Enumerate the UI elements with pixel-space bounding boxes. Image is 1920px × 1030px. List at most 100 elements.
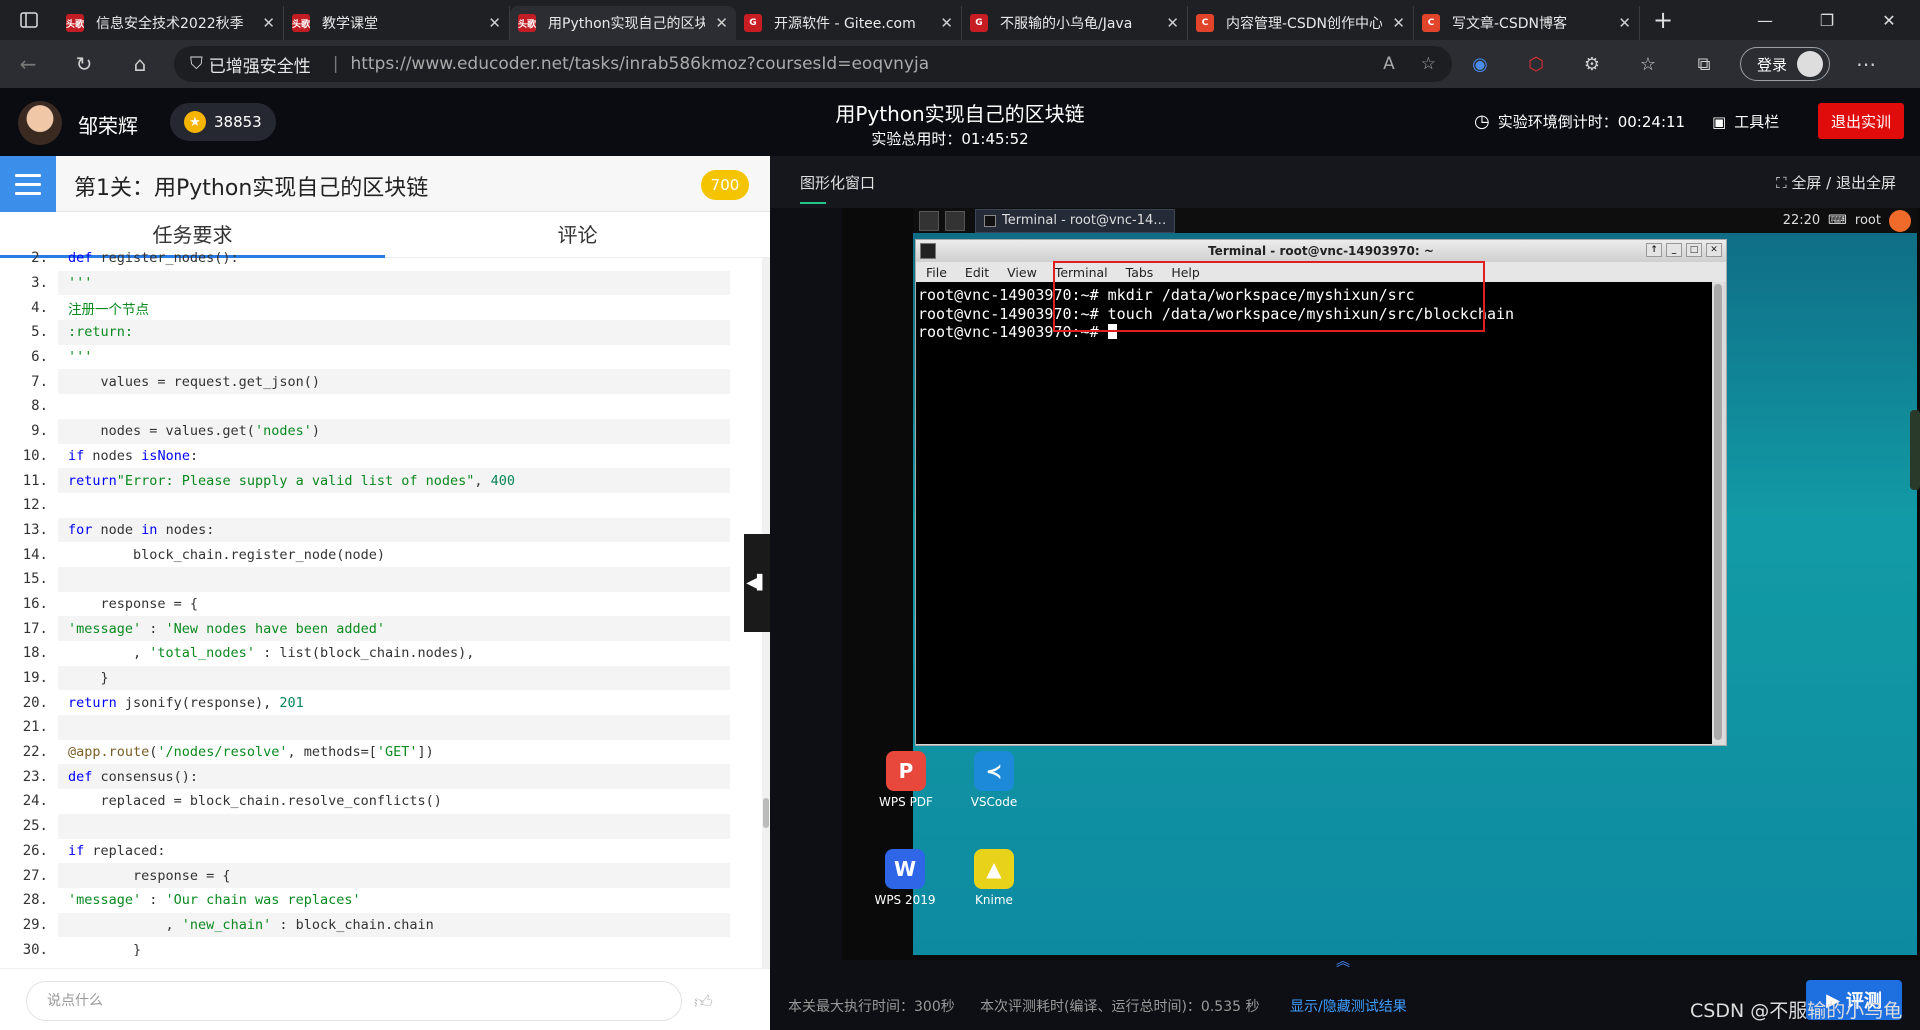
terminal-small-icon bbox=[984, 214, 996, 227]
tab-favicon-icon: G bbox=[970, 14, 988, 32]
profile-avatar bbox=[1797, 51, 1824, 77]
tab-actions-icon[interactable] bbox=[0, 0, 58, 40]
terminal-menu-item[interactable]: View bbox=[1007, 265, 1037, 280]
terminal-close-button[interactable]: ✕ bbox=[1706, 243, 1722, 257]
code-line: 24. replaced = block_chain.resolve_confl… bbox=[0, 789, 742, 814]
url-field[interactable]: ⛉ 已增强安全性 | https://www.educoder.net/task… bbox=[174, 46, 1452, 82]
line-number: 3. bbox=[31, 275, 48, 292]
extension-2-icon[interactable]: ⬡ bbox=[1508, 54, 1564, 75]
tab-graphical-window[interactable]: 图形化窗口 bbox=[800, 172, 875, 204]
url-separator: | bbox=[332, 54, 339, 74]
close-tab-icon[interactable]: ✕ bbox=[1392, 14, 1405, 32]
code-line: 10. if nodes is None: bbox=[0, 444, 742, 469]
home-button[interactable]: ⌂ bbox=[112, 52, 168, 76]
environment-countdown: ◷ 实验环境倒计时：00:24:11 bbox=[1474, 111, 1685, 132]
terminal-menu-item[interactable]: Edit bbox=[965, 265, 989, 280]
restore-button[interactable]: ❐ bbox=[1796, 11, 1858, 30]
line-code: @app.route('/nodes/resolve', methods=['G… bbox=[68, 744, 434, 761]
comment-input[interactable]: 说点什么 bbox=[26, 981, 682, 1021]
line-number: 17. bbox=[22, 620, 48, 637]
browser-tab[interactable]: 头歌 教学课堂 ✕ bbox=[284, 6, 510, 40]
line-number: 19. bbox=[22, 670, 48, 687]
line-code: 注册一个节点 bbox=[68, 301, 149, 318]
minimize-button[interactable]: — bbox=[1734, 11, 1796, 30]
line-code: def register_nodes(): bbox=[68, 250, 239, 267]
taskbar-window-button[interactable]: Terminal - root@vnc-14… bbox=[975, 208, 1176, 233]
menu-icon[interactable] bbox=[0, 156, 56, 212]
line-number: 28. bbox=[22, 892, 48, 909]
close-tab-icon[interactable]: ✕ bbox=[488, 14, 501, 32]
login-button[interactable]: 登录 bbox=[1740, 47, 1831, 81]
fullscreen-toggle[interactable]: ⛶ 全屏 / 退出全屏 bbox=[1776, 172, 1896, 193]
browser-tab[interactable]: 头歌 用Python实现自己的区块链 ✕ bbox=[510, 6, 736, 40]
close-window-button[interactable]: ✕ bbox=[1858, 11, 1920, 30]
refresh-button[interactable]: ↻ bbox=[56, 52, 112, 76]
terminal-output[interactable]: root@vnc-14903970:~# mkdir /data/workspa… bbox=[916, 282, 1712, 744]
desktop-shortcut[interactable]: P WPS PDF bbox=[866, 751, 946, 809]
close-tab-icon[interactable]: ✕ bbox=[1618, 14, 1631, 32]
line-code: :return: bbox=[58, 320, 730, 345]
terminal-scrollbar[interactable] bbox=[1712, 282, 1724, 744]
address-bar-row: ← ↻ ⌂ ⛉ 已增强安全性 | https://www.educoder.ne… bbox=[0, 40, 1920, 88]
terminal-above-button[interactable]: ↑ bbox=[1646, 243, 1662, 257]
line-number: 14. bbox=[22, 546, 48, 563]
browser-tab[interactable]: G 开源软件 - Gitee.com ✕ bbox=[736, 6, 962, 40]
desktop-app-icon[interactable] bbox=[919, 210, 939, 231]
collapse-panel-button[interactable]: ◀▌ bbox=[744, 534, 770, 632]
add-favorite-icon[interactable]: ☆ bbox=[1421, 54, 1436, 74]
vnc-viewport[interactable]: Terminal - root@vnc-14… 22:20 ⌨ root P WP… bbox=[842, 208, 1920, 960]
toggle-test-results-link[interactable]: 显示/隐藏测试结果 bbox=[1290, 996, 1407, 1016]
close-tab-icon[interactable]: ✕ bbox=[715, 14, 728, 32]
code-line: 12. bbox=[0, 493, 742, 518]
tab-favicon-icon: G bbox=[744, 14, 762, 32]
extension-1-icon[interactable]: ◉ bbox=[1452, 54, 1508, 75]
remote-desktop: Terminal - root@vnc-14… 22:20 ⌨ root P WP… bbox=[842, 208, 1920, 960]
browser-tab[interactable]: C 内容管理-CSDN创作中心 ✕ bbox=[1188, 6, 1414, 40]
line-number: 2. bbox=[31, 250, 48, 267]
keyboard-icon: ⌨ bbox=[1828, 213, 1847, 228]
code-line: 4. 注册一个节点 bbox=[0, 295, 742, 320]
close-tab-icon[interactable]: ✕ bbox=[1166, 14, 1179, 32]
browser-tab-bar: 头歌 信息安全技术2022秋季 ✕ 头歌 教学课堂 ✕ 头歌 用Python实现自己的区块链 ✕… bbox=[0, 0, 1920, 40]
exit-training-button[interactable]: 退出实训 bbox=[1818, 103, 1904, 139]
line-number: 22. bbox=[22, 744, 48, 761]
app-icon: ▲ bbox=[974, 849, 1014, 889]
line-number: 6. bbox=[31, 349, 48, 366]
code-line: 8. bbox=[0, 394, 742, 419]
more-menu-icon[interactable]: ⋯ bbox=[1838, 52, 1894, 76]
line-number: 5. bbox=[31, 324, 48, 341]
toolbar-button[interactable]: ▣ 工具栏 bbox=[1712, 111, 1779, 132]
line-number: 8. bbox=[31, 398, 48, 415]
clock-icon: ◷ bbox=[1474, 111, 1490, 132]
terminal-launcher-icon[interactable] bbox=[945, 210, 965, 231]
back-button[interactable]: ← bbox=[0, 52, 56, 76]
browser-tab[interactable]: 头歌 信息安全技术2022秋季 ✕ bbox=[58, 6, 284, 40]
new-tab-button[interactable]: + bbox=[1640, 6, 1686, 34]
terminal-maximize-button[interactable]: □ bbox=[1686, 243, 1702, 257]
close-tab-icon[interactable]: ✕ bbox=[940, 14, 953, 32]
desktop-shortcut[interactable]: W WPS 2019 bbox=[865, 849, 945, 907]
thumbs-up-icon[interactable]: 👍︎ bbox=[694, 991, 713, 1013]
watermark: CSDN @不服输的小乌龟 bbox=[1690, 1000, 1903, 1022]
tab-title: 信息安全技术2022秋季 bbox=[96, 16, 244, 32]
extensions-icon[interactable]: ⚙ bbox=[1564, 54, 1620, 75]
browser-tab[interactable]: G 不服输的小乌龟/Java ✕ bbox=[962, 6, 1188, 40]
code-line: 20. return jsonify(response), 201 bbox=[0, 690, 742, 715]
collections-icon[interactable]: ⧉ bbox=[1676, 54, 1732, 75]
browser-tab[interactable]: C 写文章-CSDN博客 ✕ bbox=[1414, 6, 1640, 40]
terminal-minimize-button[interactable]: _ bbox=[1666, 243, 1682, 257]
user-menu-icon[interactable] bbox=[1889, 209, 1911, 232]
desktop-shortcut[interactable]: ▲ Knime bbox=[954, 849, 1034, 907]
line-number: 15. bbox=[22, 571, 48, 588]
desktop-shortcut[interactable]: ≺ VSCode bbox=[954, 751, 1034, 809]
side-handle[interactable] bbox=[1910, 410, 1920, 490]
app-icon: P bbox=[886, 751, 926, 791]
line-code bbox=[58, 566, 730, 592]
code-line: 19. } bbox=[0, 665, 742, 691]
terminal-menu-item[interactable]: File bbox=[926, 265, 947, 280]
expand-results-icon[interactable]: ︽ bbox=[1330, 955, 1356, 969]
read-aloud-icon[interactable]: A bbox=[1383, 54, 1395, 74]
close-tab-icon[interactable]: ✕ bbox=[262, 14, 275, 32]
favorites-icon[interactable]: ☆ bbox=[1620, 54, 1676, 75]
